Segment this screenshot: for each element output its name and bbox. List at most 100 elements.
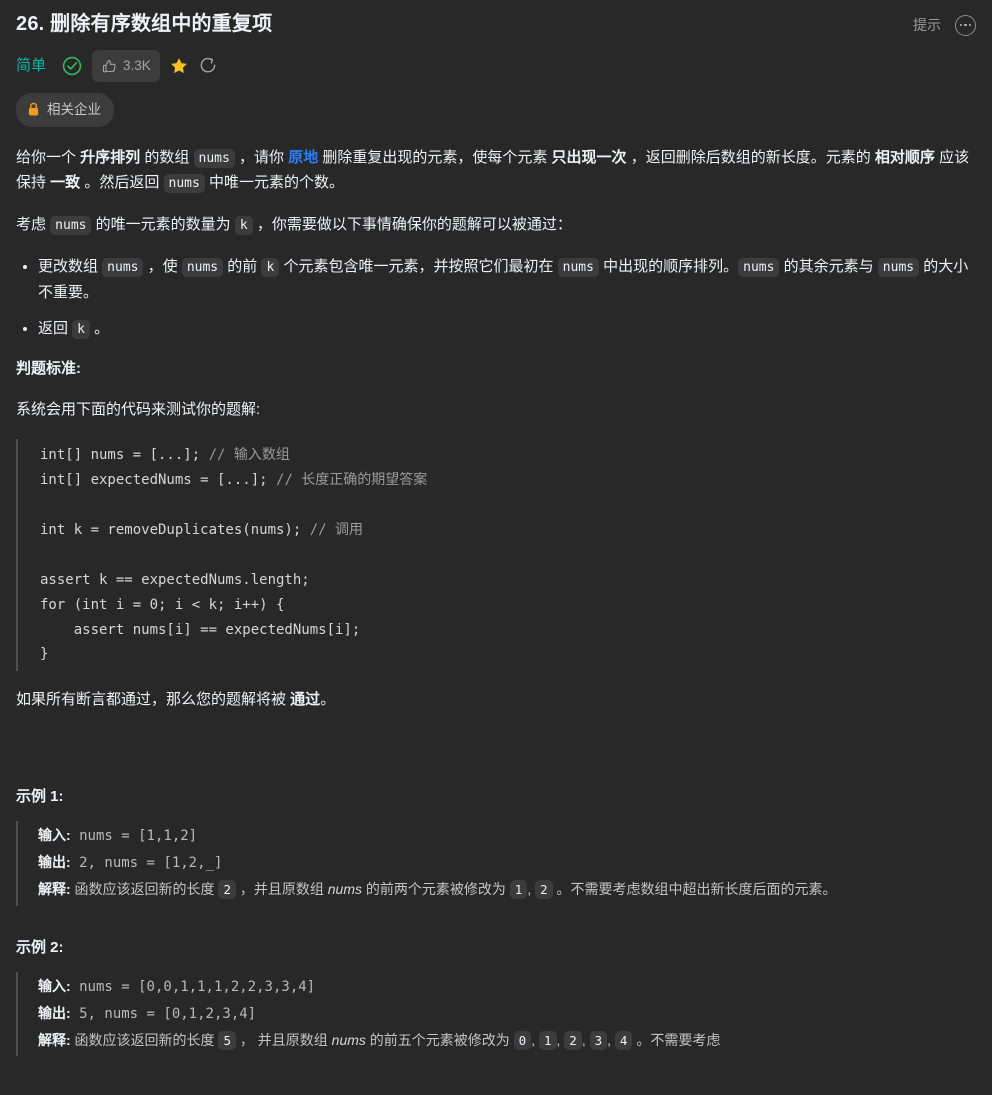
text: 。 — [320, 691, 336, 709]
inline-code: k — [261, 257, 280, 277]
text: 考虑 — [16, 216, 51, 234]
text: 函数应该返回新的长度 — [70, 880, 219, 897]
text: 的数组 — [140, 148, 194, 166]
code-line: int[] expectedNums = [...]; — [40, 472, 277, 489]
example-2-block: 输入: nums = [0,0,1,1,1,2,2,3,3,4] 输出: 5, n… — [16, 971, 976, 1057]
code-line: } — [40, 646, 49, 663]
text: 的前五个元素被修改为 — [365, 1031, 514, 1048]
example-1-heading: 示例 1: — [16, 788, 64, 806]
share-icon — [200, 57, 216, 73]
code-line: assert nums[i] == expectedNums[i]; — [40, 621, 361, 638]
text-bold: 一致 — [50, 174, 81, 192]
text: 函数应该返回新的长度 — [70, 1031, 219, 1048]
example-output-line: 输出: 5, nums = [0,1,2,3,4] — [38, 1001, 976, 1028]
description-paragraph-2: 考虑 nums 的唯一元素的数量为 k ，你需要做以下事情确保你的题解可以被通过… — [16, 212, 976, 238]
code-comment: // 输入数组 — [208, 447, 290, 464]
judge-code-block: int[] nums = [...]; // 输入数组 int[] expect… — [16, 439, 976, 672]
text: 更改数组 — [38, 257, 103, 275]
explain-text: 函数应该返回新的长度 5 ， 并且原数组 nums 的前五个元素被修改为 0, … — [70, 1030, 721, 1050]
text: ，使 — [143, 257, 182, 275]
text: ，并且原数组 — [235, 880, 328, 897]
example-input-line: 输入: nums = [0,0,1,1,1,2,2,3,3,4] — [38, 974, 976, 1001]
text: 。不需要考虑 — [632, 1031, 721, 1048]
text-bold: 升序排列 — [80, 148, 141, 166]
inline-code: 4 — [614, 1030, 633, 1050]
difficulty-badge[interactable]: 简单 — [16, 54, 52, 78]
text: ，你需要做以下事情确保你的题解可以被通过： — [252, 216, 572, 234]
input-label: 输入: — [38, 827, 71, 844]
upvote-count: 3.3K — [123, 58, 151, 74]
favorite-button[interactable] — [169, 51, 189, 81]
inline-code: 0 — [513, 1030, 532, 1050]
inline-code: k — [234, 216, 253, 236]
code-line: int k = removeDuplicates(nums); — [40, 521, 310, 538]
inline-code: nums — [557, 257, 599, 277]
code-line: for (int i = 0; i < k; i++) { — [40, 596, 285, 613]
text: 中出现的顺序排列。 — [598, 257, 739, 275]
text: , — [581, 1031, 590, 1048]
example-2-heading: 示例 2: — [16, 938, 64, 956]
text: , — [527, 880, 536, 897]
inline-code: 5 — [218, 1030, 236, 1050]
text: , — [607, 1031, 615, 1048]
dot — [964, 23, 967, 27]
inline-code: nums — [738, 257, 780, 277]
problem-page: 26. 删除有序数组中的重复项 提示 简单 3.3K 相关企业 给你一个 升序排… — [0, 0, 992, 1057]
text: 给你一个 — [16, 148, 81, 166]
solved-status-button[interactable] — [61, 51, 83, 81]
text: 。然后返回 — [80, 174, 164, 192]
lock-icon — [28, 103, 39, 116]
problem-description: 给你一个 升序排列 的数组 nums ，请你 原地 删除重复出现的元素，使每个元… — [16, 145, 976, 1057]
hint-button[interactable]: 提示 — [913, 14, 941, 36]
text: 的前 — [223, 257, 262, 275]
title-row: 26. 删除有序数组中的重复项 提示 — [16, 10, 976, 39]
example-explain-line: 解释: 函数应该返回新的长度 2 ，并且原数组 nums 的前两个元素被修改为 … — [38, 877, 976, 904]
output-value: 2, nums = [1,2,_] — [70, 855, 223, 872]
inline-code: nums — [181, 257, 224, 277]
judge-intro: 系统会用下面的代码来测试你的题解: — [16, 401, 261, 419]
inline-code: k — [72, 319, 90, 339]
meta-row: 简单 3.3K — [16, 50, 976, 82]
inline-code: nums — [163, 174, 205, 194]
inline-code: nums — [102, 257, 144, 277]
text: 。 — [90, 319, 110, 337]
explain-label: 解释: — [38, 880, 71, 897]
list-item: 更改数组 nums ，使 nums 的前 k 个元素包含唯一元素，并按照它们最初… — [38, 254, 976, 306]
inplace-link[interactable]: 原地 — [288, 149, 318, 166]
inline-code: 1 — [509, 879, 528, 899]
inline-code: nums — [50, 216, 92, 236]
star-icon — [170, 58, 187, 74]
check-circle-icon — [62, 56, 82, 76]
code-line: assert k == expectedNums.length; — [40, 571, 310, 588]
example-output-line: 输出: 2, nums = [1,2,_] — [38, 850, 976, 877]
badge-row: 相关企业 — [16, 93, 976, 127]
share-button[interactable] — [198, 51, 218, 81]
text: 中唯一元素的个数。 — [204, 174, 345, 192]
list-item: 返回 k 。 — [38, 316, 976, 342]
code-comment: // 长度正确的期望答案 — [276, 472, 428, 489]
input-value: nums = [0,0,1,1,1,2,2,3,3,4] — [70, 978, 316, 995]
text-bold: 通过 — [290, 691, 321, 709]
text-bold: 只出现一次 — [551, 148, 627, 166]
description-paragraph-1: 给你一个 升序排列 的数组 nums ，请你 原地 删除重复出现的元素，使每个元… — [16, 145, 976, 197]
dot — [959, 23, 963, 27]
text: 如果所有断言都通过，那么您的题解将被 — [16, 691, 291, 709]
output-value: 5, nums = [0,1,2,3,4] — [70, 1005, 257, 1022]
inline-code: 3 — [589, 1030, 608, 1050]
title-actions: 提示 — [913, 10, 976, 36]
dot — [968, 23, 972, 27]
code-comment: // 调用 — [309, 521, 364, 538]
output-label: 输出: — [38, 1004, 71, 1021]
text: 返回 — [38, 319, 73, 337]
related-companies-button[interactable]: 相关企业 — [16, 93, 114, 127]
judge-criteria-heading: 判题标准: — [16, 360, 81, 378]
ellipsis-icon[interactable] — [955, 14, 976, 36]
text: , — [531, 1031, 539, 1048]
output-label: 输出: — [38, 854, 71, 871]
text: ，返回删除后数组的新长度。元素的 — [626, 148, 875, 166]
requirements-list: 更改数组 nums ，使 nums 的前 k 个元素包含唯一元素，并按照它们最初… — [16, 254, 976, 341]
upvote-button[interactable]: 3.3K — [92, 50, 160, 82]
text: ，请你 — [234, 148, 289, 166]
example-explain-line: 解释: 函数应该返回新的长度 5 ， 并且原数组 nums 的前五个元素被修改为… — [38, 1028, 976, 1055]
code-line: int[] nums = [...]; — [40, 447, 209, 464]
